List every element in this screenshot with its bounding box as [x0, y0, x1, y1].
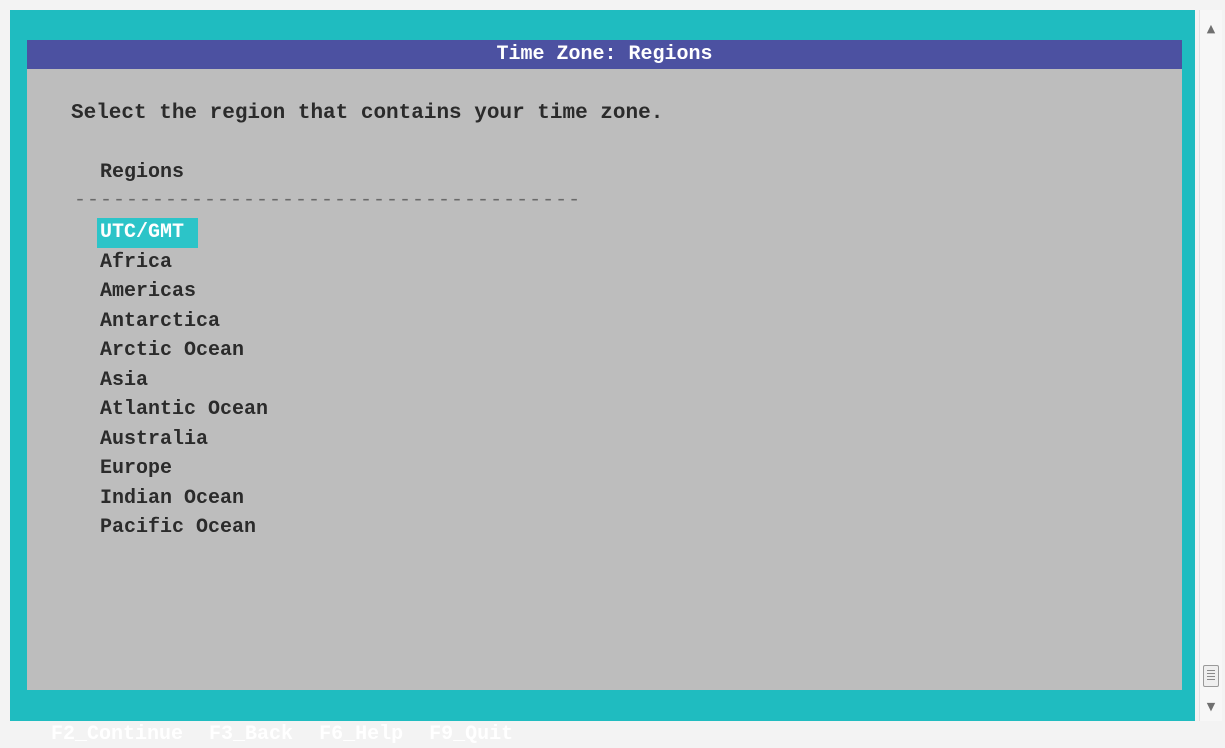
region-item-antarctica[interactable]: Antarctica	[97, 310, 223, 333]
prompt-text: Select the region that contains your tim…	[71, 102, 664, 125]
region-item-americas[interactable]: Americas	[97, 280, 199, 303]
triangle-down-icon[interactable]: ▼	[1200, 700, 1222, 713]
region-item-pacific-ocean[interactable]: Pacific Ocean	[97, 516, 259, 539]
vertical-scrollbar[interactable]: ▲ ▼	[1199, 10, 1222, 721]
dialog-title: Time Zone: Regions	[27, 40, 1182, 69]
divider-line: ---------------------------------------	[74, 189, 582, 212]
triangle-up-icon[interactable]: ▲	[1200, 22, 1222, 35]
grip-lines-icon	[1207, 670, 1215, 681]
region-item-asia[interactable]: Asia	[97, 369, 151, 392]
continue-key[interactable]: F2_Continue	[51, 723, 183, 746]
region-item-arctic-ocean[interactable]: Arctic Ocean	[97, 339, 247, 362]
region-list: UTC/GMT Africa Americas Antarctica Arcti…	[97, 218, 271, 543]
regions-column-header: Regions	[100, 161, 185, 184]
function-key-bar: F2_Continue F3_Back F6_Help F9_Quit	[27, 694, 539, 746]
back-key[interactable]: F3_Back	[209, 723, 293, 746]
timezone-dialog: Time Zone: Regions Select the region tha…	[27, 40, 1182, 690]
quit-key[interactable]: F9_Quit	[429, 723, 513, 746]
region-item-africa[interactable]: Africa	[97, 251, 175, 274]
help-key[interactable]: F6_Help	[319, 723, 403, 746]
region-item-utc-gmt[interactable]: UTC/GMT	[97, 218, 199, 248]
region-item-europe[interactable]: Europe	[97, 457, 175, 480]
region-item-indian-ocean[interactable]: Indian Ocean	[97, 487, 247, 510]
region-item-atlantic-ocean[interactable]: Atlantic Ocean	[97, 398, 271, 421]
region-item-australia[interactable]: Australia	[97, 428, 211, 451]
scroll-grip[interactable]	[1203, 665, 1219, 687]
